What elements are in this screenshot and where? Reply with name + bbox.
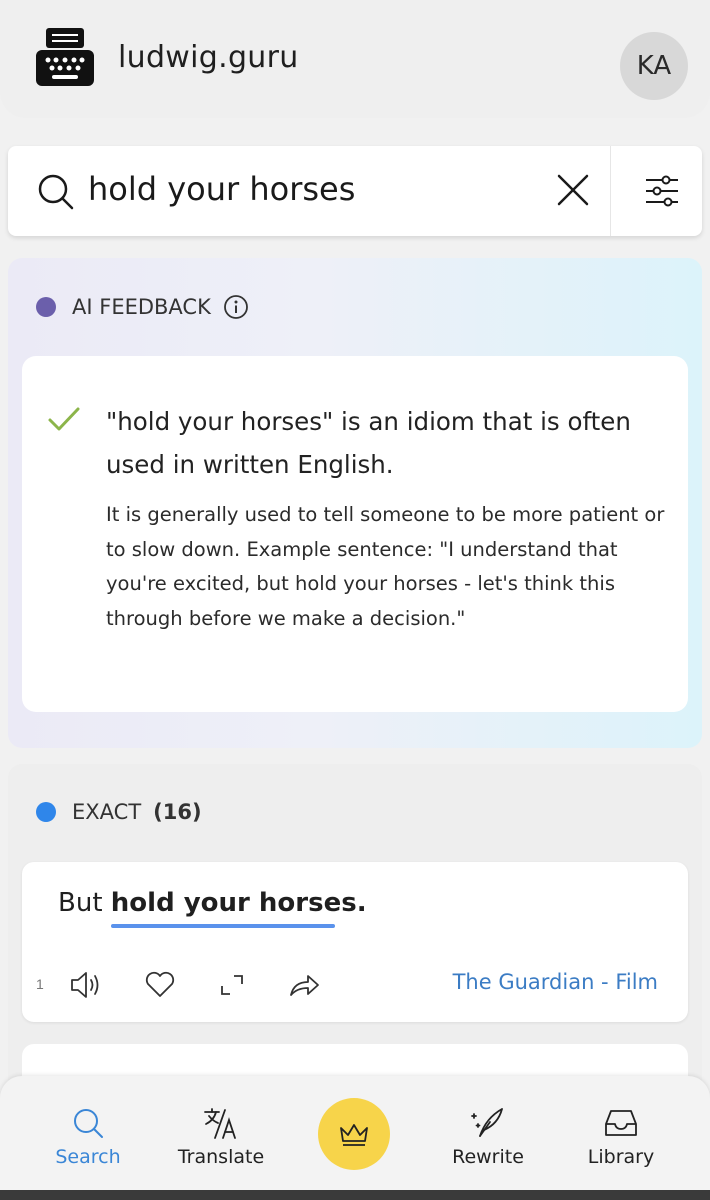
result-source-link[interactable]: The Guardian - Film <box>453 970 658 994</box>
search-icon <box>74 1109 103 1138</box>
sentence-prefix: But <box>58 888 111 918</box>
ai-feedback-label: AI FEEDBACK <box>72 295 211 319</box>
expand-icon[interactable] <box>214 968 250 1002</box>
search-bar: hold your horses <box>8 146 702 236</box>
nav-search-label: Search <box>55 1146 121 1168</box>
ai-feedback-dot <box>36 297 56 317</box>
exact-dot <box>36 802 56 822</box>
info-icon[interactable] <box>223 294 249 320</box>
ai-feedback-body: It is generally used to tell someone to … <box>106 503 665 630</box>
ai-feedback-section: AI FEEDBACK "hold your horses" is an idi… <box>8 258 702 748</box>
bottom-navigation: Search Translate Rewrite Library <box>0 1076 710 1200</box>
nav-translate[interactable]: Translate <box>161 1106 281 1168</box>
site-name[interactable]: ludwig.guru <box>118 40 299 75</box>
exact-label: EXACT <box>72 800 142 824</box>
premium-button[interactable] <box>318 1098 390 1170</box>
user-avatar[interactable]: KA <box>620 32 688 100</box>
translate-icon <box>204 1108 236 1139</box>
ai-feedback-card: "hold your horses" is an idiom that is o… <box>22 356 688 712</box>
nav-translate-label: Translate <box>177 1146 265 1168</box>
app-header: ludwig.guru KA <box>0 0 710 118</box>
sliders-icon <box>646 175 678 207</box>
sentence-highlight: hold your horses. <box>110 888 367 918</box>
typewriter-logo-icon[interactable] <box>34 26 96 88</box>
inbox-icon <box>605 1110 637 1136</box>
nav-rewrite[interactable]: Rewrite <box>428 1106 548 1168</box>
close-icon <box>557 174 589 206</box>
nav-library-label: Library <box>587 1146 655 1168</box>
search-icon <box>36 172 76 212</box>
exact-count: (16) <box>153 800 202 824</box>
result-card[interactable]: But hold your horses. 1 The Guardian - F… <box>22 862 688 1022</box>
filter-button[interactable] <box>638 170 686 212</box>
share-icon[interactable] <box>286 968 322 1002</box>
check-icon <box>46 404 82 434</box>
exact-header: EXACT (16) <box>36 800 202 824</box>
search-divider <box>610 146 611 236</box>
home-indicator-bar <box>0 1190 710 1200</box>
nav-library[interactable]: Library <box>561 1106 681 1168</box>
nav-rewrite-label: Rewrite <box>452 1146 524 1168</box>
result-index: 1 <box>36 976 44 992</box>
highlight-underline <box>111 924 335 928</box>
result-sentence: But hold your horses. <box>58 888 367 918</box>
speaker-icon[interactable] <box>68 968 104 1002</box>
ai-feedback-header: AI FEEDBACK <box>36 294 249 320</box>
search-input[interactable]: hold your horses <box>88 170 355 208</box>
crown-icon <box>340 1124 368 1146</box>
nav-search[interactable]: Search <box>28 1106 148 1168</box>
quill-icon <box>471 1108 503 1137</box>
ai-feedback-headline: "hold your horses" is an idiom that is o… <box>106 407 631 479</box>
clear-search-button[interactable] <box>548 168 598 214</box>
heart-icon[interactable] <box>142 968 178 1002</box>
